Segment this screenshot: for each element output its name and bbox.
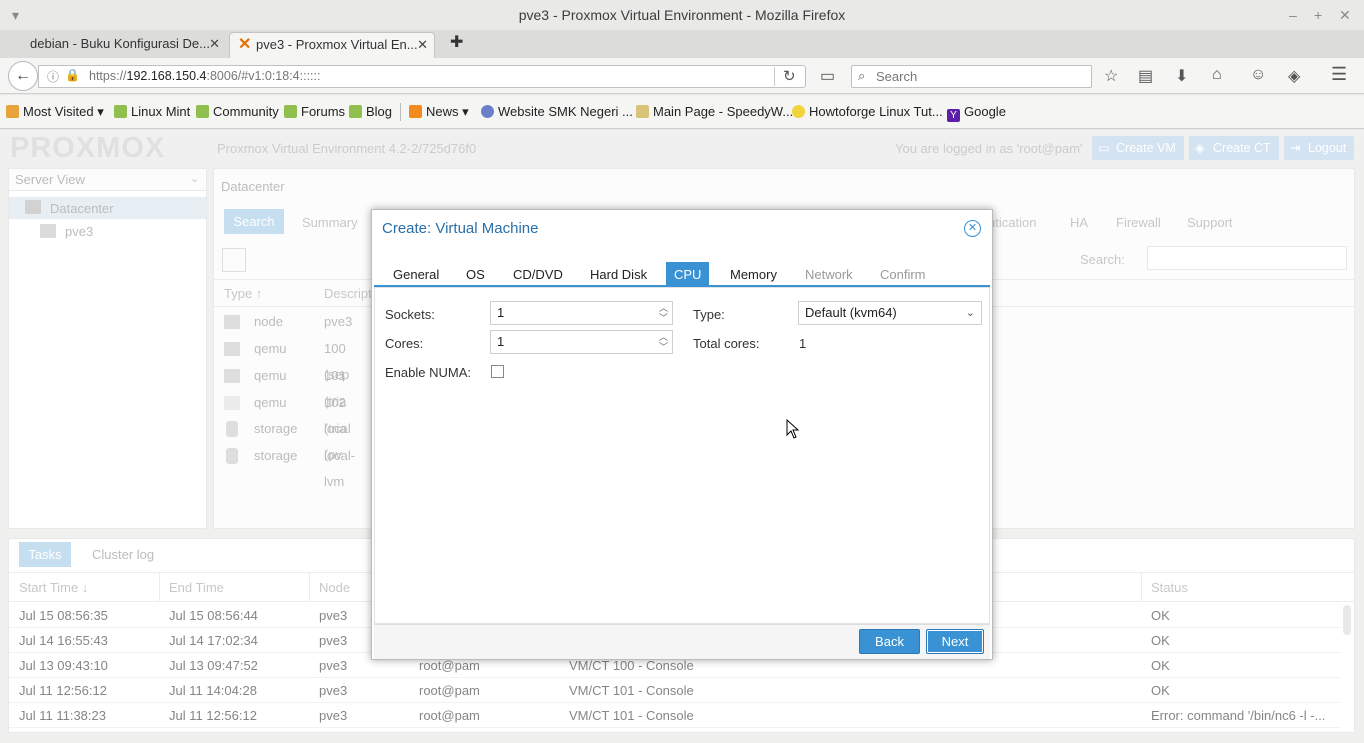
- bookmark-blog[interactable]: Blog: [349, 104, 392, 119]
- sockets-label: Sockets:: [385, 307, 435, 322]
- search-box[interactable]: ⌕ Search: [851, 65, 1092, 88]
- tab-network[interactable]: Network: [797, 262, 861, 287]
- folder-icon: [6, 105, 19, 118]
- bookmark-speedy[interactable]: Main Page - SpeedyW...: [636, 104, 793, 119]
- cpu-form-panel: Sockets: 1 ︿ ﹀ Cores: 1 ︿ ﹀ Enable NUMA: T…: [374, 287, 990, 624]
- close-tab-icon[interactable]: ✕: [209, 32, 220, 56]
- mint-icon: [349, 105, 362, 118]
- bulb-icon: [792, 105, 805, 118]
- bookmark-google[interactable]: Y Google: [947, 104, 1006, 122]
- downloads-icon[interactable]: ⬇: [1175, 66, 1188, 86]
- tab-cd-dvd[interactable]: CD/DVD: [505, 262, 571, 287]
- bookmark-forums[interactable]: Forums: [284, 104, 345, 119]
- dialog-title: Create: Virtual Machine: [382, 220, 539, 237]
- total-cores-label: Total cores:: [693, 336, 760, 351]
- create-vm-dialog: Create: Virtual Machine ✕ General OS CD/…: [371, 209, 993, 660]
- hamburger-menu-icon[interactable]: ☰: [1331, 64, 1347, 85]
- tab-general[interactable]: General: [385, 262, 447, 287]
- chevron-down-icon: ⌄: [965, 307, 975, 319]
- yahoo-icon: Y: [947, 109, 960, 122]
- sockets-stepper[interactable]: 1 ︿ ﹀: [490, 301, 673, 325]
- window-title: pve3 - Proxmox Virtual Environment - Moz…: [518, 7, 846, 23]
- bookmark-most-visited[interactable]: Most Visited ▾: [6, 104, 104, 120]
- chat-icon[interactable]: ☺: [1250, 66, 1266, 84]
- tab-memory[interactable]: Memory: [722, 262, 785, 287]
- proxmox-favicon-icon: ✕: [238, 36, 252, 53]
- reader-view-icon[interactable]: ▭: [820, 66, 835, 86]
- cores-stepper[interactable]: 1 ︿ ﹀: [490, 330, 673, 354]
- cpu-type-select[interactable]: Default (kvm64) ⌄: [798, 301, 982, 325]
- mint-icon: [284, 105, 297, 118]
- back-button[interactable]: Back: [859, 629, 920, 654]
- numa-label: Enable NUMA:: [385, 365, 471, 380]
- mint-icon: [196, 105, 209, 118]
- window-menu-icon[interactable]: ▾: [12, 0, 19, 30]
- mouse-cursor-icon: [786, 419, 800, 439]
- bookmark-smk[interactable]: Website SMK Negeri ...: [481, 104, 633, 119]
- bookmark-news[interactable]: News ▾: [409, 104, 469, 120]
- tab-os[interactable]: OS: [458, 262, 493, 287]
- spin-arrows-icon: ︿ ﹀: [658, 303, 668, 323]
- search-placeholder: Search: [876, 69, 918, 84]
- bookmark-community[interactable]: Community: [196, 104, 279, 119]
- new-tab-icon[interactable]: ✚: [450, 32, 463, 52]
- tab-debian[interactable]: debian - Buku Konfigurasi De... ✕: [4, 32, 226, 58]
- tab-hard-disk[interactable]: Hard Disk: [582, 262, 655, 287]
- bookmark-star-icon[interactable]: ☆: [1104, 66, 1118, 86]
- school-icon: [481, 105, 494, 118]
- tab-label: debian - Buku Konfigurasi De...: [30, 36, 210, 51]
- rss-icon: [409, 105, 422, 118]
- url-text: https://192.168.150.4:8006/#v1:0:18:4:::…: [89, 69, 321, 83]
- next-button[interactable]: Next: [926, 629, 984, 654]
- bookmark-linux-mint[interactable]: Linux Mint: [114, 104, 190, 119]
- tab-label: pve3 - Proxmox Virtual En...: [256, 37, 418, 52]
- spin-arrows-icon: ︿ ﹀: [658, 332, 668, 352]
- reload-icon[interactable]: ↻: [783, 67, 796, 85]
- info-icon[interactable]: ⓘ: [47, 68, 59, 85]
- close-icon[interactable]: ✕: [964, 220, 981, 237]
- minimize-icon[interactable]: –: [1289, 0, 1297, 30]
- type-label: Type:: [693, 307, 725, 322]
- bookmarks-list-icon[interactable]: ▤: [1138, 66, 1153, 86]
- home-icon[interactable]: ⌂: [1212, 66, 1222, 84]
- tab-pve3[interactable]: ✕ pve3 - Proxmox Virtual En... ✕: [229, 32, 435, 58]
- maximize-icon[interactable]: +: [1314, 0, 1322, 30]
- tab-cpu[interactable]: CPU: [666, 262, 710, 287]
- wiki-icon: [636, 105, 649, 118]
- back-button[interactable]: ←: [8, 61, 38, 91]
- url-bar[interactable]: ⓘ 🔒 https://192.168.150.4:8006/#v1:0:18:…: [38, 65, 806, 88]
- search-icon: ⌕: [858, 68, 866, 83]
- total-cores-value: 1: [799, 336, 807, 351]
- numa-checkbox[interactable]: [491, 365, 504, 378]
- tab-confirm[interactable]: Confirm: [872, 262, 934, 287]
- mint-icon: [114, 105, 127, 118]
- bookmark-separator: [400, 103, 401, 121]
- close-window-icon[interactable]: ✕: [1339, 0, 1351, 30]
- tab-strip: debian - Buku Konfigurasi De... ✕ ✕ pve3…: [0, 30, 1364, 58]
- window-titlebar: ▾ pve3 - Proxmox Virtual Environment - M…: [0, 0, 1364, 30]
- pocket-icon[interactable]: ◈: [1288, 66, 1300, 86]
- cores-label: Cores:: [385, 336, 424, 351]
- lock-warning-icon[interactable]: 🔒: [65, 68, 80, 82]
- close-tab-icon[interactable]: ✕: [417, 33, 428, 57]
- bookmark-howtoforge[interactable]: Howtoforge Linux Tut...: [792, 104, 943, 119]
